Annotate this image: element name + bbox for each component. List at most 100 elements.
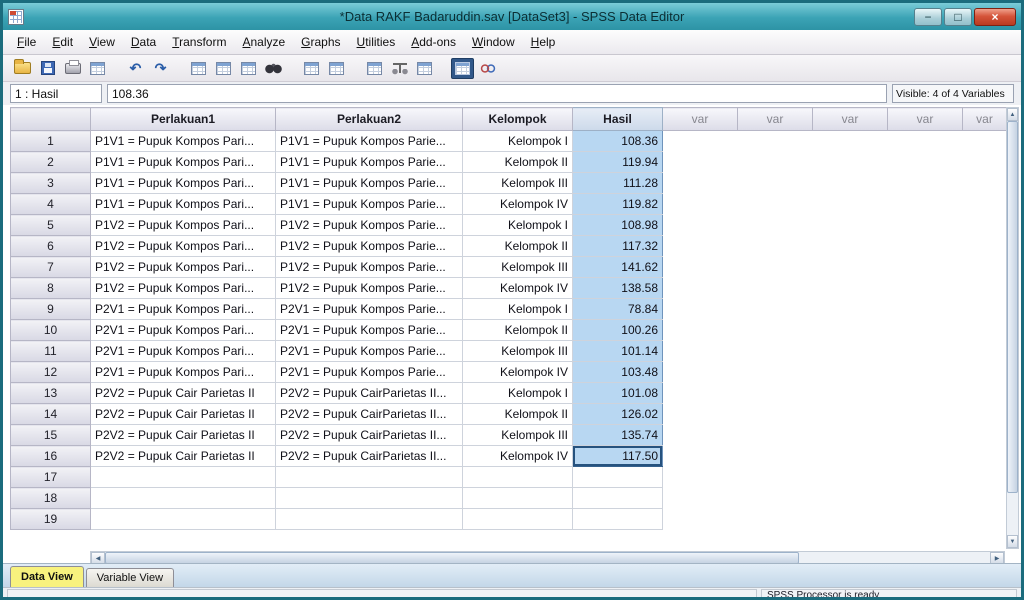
menu-item-file[interactable]: File: [9, 31, 44, 53]
cell-var[interactable]: [662, 382, 738, 404]
scroll-down-icon[interactable]: ▼: [1007, 535, 1018, 548]
cell-perlakuan2[interactable]: P1V2 = Pupuk Kompos Parie...: [275, 256, 463, 278]
cell-var[interactable]: [737, 172, 813, 194]
cell-kelompok[interactable]: Kelompok III: [462, 172, 573, 194]
column-header-perlakuan2[interactable]: Perlakuan2: [275, 107, 463, 131]
redo-button[interactable]: ↷: [149, 58, 172, 79]
cell-empty[interactable]: [90, 487, 276, 509]
dialog-recall-button[interactable]: [86, 58, 109, 79]
cell-var[interactable]: [812, 445, 888, 467]
row-number[interactable]: 4: [10, 193, 91, 215]
cell-hasil[interactable]: 100.26: [572, 319, 663, 341]
row-number[interactable]: 16: [10, 445, 91, 467]
cell-hasil[interactable]: 117.50: [572, 445, 663, 467]
cell-hasil[interactable]: 119.82: [572, 193, 663, 215]
row-number[interactable]: 5: [10, 214, 91, 236]
cell-hasil[interactable]: 103.48: [572, 361, 663, 383]
row-number[interactable]: 2: [10, 151, 91, 173]
cell-empty[interactable]: [572, 466, 663, 488]
cell-perlakuan1[interactable]: P2V1 = Pupuk Kompos Pari...: [90, 340, 276, 362]
cell-var[interactable]: [812, 319, 888, 341]
cell-var[interactable]: [662, 151, 738, 173]
cell-var[interactable]: [812, 382, 888, 404]
cell-var[interactable]: [737, 130, 813, 152]
vertical-scrollbar[interactable]: ▲ ▼: [1006, 107, 1019, 549]
cell-kelompok[interactable]: Kelompok I: [462, 298, 573, 320]
cell-perlakuan2[interactable]: P2V1 = Pupuk Kompos Parie...: [275, 361, 463, 383]
cell-kelompok[interactable]: Kelompok II: [462, 403, 573, 425]
cell-hasil[interactable]: 126.02: [572, 403, 663, 425]
insert-cases-button[interactable]: [300, 58, 323, 79]
cell-var[interactable]: [887, 403, 963, 425]
cell-var[interactable]: [887, 319, 963, 341]
cell-var[interactable]: [962, 172, 1007, 194]
cell-kelompok[interactable]: Kelompok IV: [462, 361, 573, 383]
menu-item-analyze[interactable]: Analyze: [234, 31, 293, 53]
insert-variable-button[interactable]: [325, 58, 348, 79]
cell-var[interactable]: [887, 256, 963, 278]
cell-var[interactable]: [662, 298, 738, 320]
cell-kelompok[interactable]: Kelompok IV: [462, 193, 573, 215]
cell-var[interactable]: [812, 298, 888, 320]
cell-perlakuan2[interactable]: P2V1 = Pupuk Kompos Parie...: [275, 340, 463, 362]
undo-button[interactable]: ↶: [124, 58, 147, 79]
select-cases-button[interactable]: [413, 58, 436, 79]
cell-kelompok[interactable]: Kelompok III: [462, 256, 573, 278]
row-number[interactable]: 8: [10, 277, 91, 299]
cell-var[interactable]: [662, 130, 738, 152]
cell-var[interactable]: [662, 319, 738, 341]
cell-var[interactable]: [662, 445, 738, 467]
cell-perlakuan1[interactable]: P2V2 = Pupuk Cair Parietas II: [90, 382, 276, 404]
cell-var[interactable]: [662, 256, 738, 278]
cell-perlakuan2[interactable]: P1V1 = Pupuk Kompos Parie...: [275, 130, 463, 152]
cell-var[interactable]: [737, 508, 813, 530]
split-file-button[interactable]: [363, 58, 386, 79]
cell-perlakuan1[interactable]: P1V2 = Pupuk Kompos Pari...: [90, 277, 276, 299]
cell-var[interactable]: [887, 214, 963, 236]
cell-var[interactable]: [962, 193, 1007, 215]
cell-perlakuan2[interactable]: P2V2 = Pupuk CairParietas II...: [275, 403, 463, 425]
cell-empty[interactable]: [462, 508, 573, 530]
cell-var[interactable]: [812, 277, 888, 299]
cell-perlakuan2[interactable]: P1V2 = Pupuk Kompos Parie...: [275, 235, 463, 257]
cell-perlakuan1[interactable]: P1V2 = Pupuk Kompos Pari...: [90, 235, 276, 257]
cell-var[interactable]: [962, 487, 1007, 509]
cell-empty[interactable]: [90, 466, 276, 488]
cell-var[interactable]: [812, 340, 888, 362]
cell-var[interactable]: [887, 445, 963, 467]
cell-perlakuan2[interactable]: P2V2 = Pupuk CairParietas II...: [275, 445, 463, 467]
cell-empty[interactable]: [572, 487, 663, 509]
open-file-button[interactable]: [11, 58, 34, 79]
minimize-button[interactable]: −: [914, 7, 942, 26]
cell-hasil[interactable]: 111.28: [572, 172, 663, 194]
scroll-up-icon[interactable]: ▲: [1007, 108, 1018, 121]
cell-var[interactable]: [962, 424, 1007, 446]
use-variable-sets-button[interactable]: [476, 58, 499, 79]
cell-perlakuan2[interactable]: P1V2 = Pupuk Kompos Parie...: [275, 214, 463, 236]
cell-perlakuan1[interactable]: P1V2 = Pupuk Kompos Pari...: [90, 256, 276, 278]
cell-empty[interactable]: [90, 508, 276, 530]
cell-kelompok[interactable]: Kelompok I: [462, 130, 573, 152]
cell-empty[interactable]: [275, 466, 463, 488]
cell-var[interactable]: [812, 508, 888, 530]
cell-var[interactable]: [962, 382, 1007, 404]
cell-var[interactable]: [812, 130, 888, 152]
cell-var[interactable]: [962, 298, 1007, 320]
cell-var[interactable]: [962, 466, 1007, 488]
cell-var[interactable]: [887, 382, 963, 404]
cell-var[interactable]: [737, 298, 813, 320]
cell-var[interactable]: [887, 424, 963, 446]
cell-var[interactable]: [662, 277, 738, 299]
row-number[interactable]: 15: [10, 424, 91, 446]
cell-perlakuan1[interactable]: P2V2 = Pupuk Cair Parietas II: [90, 424, 276, 446]
cell-var[interactable]: [662, 340, 738, 362]
cell-empty[interactable]: [275, 508, 463, 530]
row-number[interactable]: 18: [10, 487, 91, 509]
row-number[interactable]: 11: [10, 340, 91, 362]
variables-button[interactable]: [237, 58, 260, 79]
cell-var[interactable]: [962, 235, 1007, 257]
column-header-var-4[interactable]: var: [662, 107, 738, 131]
cell-perlakuan2[interactable]: P1V1 = Pupuk Kompos Parie...: [275, 193, 463, 215]
cell-kelompok[interactable]: Kelompok III: [462, 424, 573, 446]
cell-perlakuan2[interactable]: P1V1 = Pupuk Kompos Parie...: [275, 151, 463, 173]
